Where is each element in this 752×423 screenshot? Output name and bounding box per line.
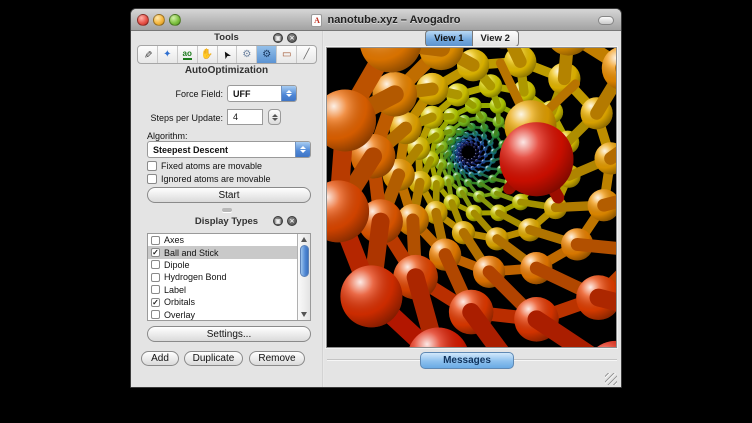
minimize-button[interactable] <box>153 14 165 26</box>
draw-tool-icon[interactable]: ✎ <box>138 46 158 63</box>
display-float-icon[interactable]: ▣ <box>273 216 283 226</box>
tab-view-2[interactable]: View 2 <box>472 30 519 47</box>
display-types-list[interactable]: Axes ✓ Ball and Stick Dipole Hydrogen Bond La… <box>147 233 311 321</box>
messages-button-label: Messages <box>443 355 491 366</box>
auto-optimize-tool-icon[interactable]: ⚙ <box>257 46 277 63</box>
display-type-row[interactable]: Overlay <box>148 308 310 320</box>
steps-label: Steps per Update: <box>131 113 223 123</box>
ignored-atoms-label: Ignored atoms are movable <box>161 174 271 184</box>
display-type-row[interactable]: Hydrogen Bond <box>148 271 310 283</box>
display-type-row[interactable]: Label <box>148 284 310 296</box>
steps-stepper[interactable] <box>268 109 281 125</box>
add-button[interactable]: Add <box>141 351 179 366</box>
selection-tool-icon[interactable]: ➤ <box>218 46 238 63</box>
algorithm-label: Algorithm: <box>147 131 188 141</box>
settings-button[interactable]: Settings... <box>147 326 311 342</box>
title-bar[interactable]: A nanotube.xyz – Avogadro <box>131 9 621 31</box>
algorithm-select[interactable]: Steepest Descent <box>147 141 311 158</box>
display-type-checkbox[interactable] <box>151 260 160 269</box>
display-type-row[interactable]: ✓ Orbitals <box>148 296 310 308</box>
display-type-row[interactable]: ✓ Ball and Stick <box>148 246 310 258</box>
add-button-label: Add <box>151 353 169 364</box>
close-button[interactable] <box>137 14 149 26</box>
scroll-down-icon[interactable] <box>301 312 307 317</box>
combo-arrows-icon <box>295 142 310 157</box>
avogadro-window: A nanotube.xyz – Avogadro Tools ▣ ✕ ✎✦ao… <box>130 8 622 388</box>
display-type-checkbox[interactable] <box>151 285 160 294</box>
toolbar-toggle-button[interactable] <box>598 16 614 25</box>
scroll-up-icon[interactable] <box>301 237 307 242</box>
resize-grip[interactable] <box>605 373 617 385</box>
autoopt-title: AutoOptimization <box>131 65 322 79</box>
dock-divider <box>322 31 324 387</box>
display-type-checkbox[interactable]: ✓ <box>151 298 160 307</box>
autoopt-title-text: AutoOptimization <box>185 65 268 76</box>
zoom-button[interactable] <box>169 14 181 26</box>
settings-button-label: Settings... <box>207 329 251 340</box>
start-button[interactable]: Start <box>147 187 311 203</box>
display-list-scrollbar[interactable] <box>297 234 310 320</box>
display-type-row[interactable]: Dipole <box>148 259 310 271</box>
manipulate-tool-icon[interactable]: ✋ <box>198 46 218 63</box>
ignored-atoms-checkbox[interactable] <box>147 174 157 184</box>
tab-view-1[interactable]: View 1 <box>425 30 471 47</box>
fixed-atoms-checkbox[interactable] <box>147 161 157 171</box>
remove-button-label: Remove <box>258 353 295 364</box>
force-field-select[interactable]: UFF <box>227 85 297 102</box>
combo-arrows-icon <box>281 86 296 101</box>
force-field-value: UFF <box>228 89 281 99</box>
display-type-label: Dipole <box>164 260 190 270</box>
display-type-checkbox[interactable] <box>151 273 160 282</box>
fixed-atoms-checkbox-row[interactable]: Fixed atoms are movable <box>147 161 262 171</box>
algorithm-value: Steepest Descent <box>148 145 295 155</box>
remove-button[interactable]: Remove <box>249 351 305 366</box>
view-tab-bar: View 1View 2 <box>323 29 621 47</box>
align-tool-icon[interactable]: ╱ <box>297 46 316 63</box>
display-type-label: Overlay <box>164 310 195 320</box>
start-button-label: Start <box>218 190 239 201</box>
display-type-label: Orbitals <box>164 297 195 307</box>
auto-rotate-tool-icon[interactable]: ao <box>178 46 198 63</box>
duplicate-button-label: Duplicate <box>193 353 235 364</box>
fixed-atoms-label: Fixed atoms are movable <box>161 161 262 171</box>
display-close-icon[interactable]: ✕ <box>287 216 297 226</box>
bond-centric-tool-icon[interactable]: ⚙ <box>237 46 257 63</box>
measure-tool-icon[interactable]: ▭ <box>277 46 297 63</box>
display-type-label: Ball and Stick <box>164 248 219 258</box>
display-type-checkbox[interactable] <box>151 236 160 245</box>
scrollbar-thumb[interactable] <box>300 245 309 277</box>
tools-panel-title: Tools <box>214 32 239 43</box>
display-type-checkbox[interactable] <box>151 310 160 319</box>
gl-viewport[interactable] <box>326 47 617 348</box>
document-icon: A <box>311 14 322 27</box>
duplicate-button[interactable]: Duplicate <box>184 351 243 366</box>
display-type-label: Axes <box>164 235 184 245</box>
display-type-row[interactable]: Axes <box>148 234 310 246</box>
display-type-label: Hydrogen Bond <box>164 272 227 282</box>
panel-splitter-handle[interactable] <box>222 208 232 212</box>
navigate-tool-icon[interactable]: ✦ <box>158 46 178 63</box>
tools-float-icon[interactable]: ▣ <box>273 33 283 43</box>
ignored-atoms-checkbox-row[interactable]: Ignored atoms are movable <box>147 174 271 184</box>
display-panel-title: Display Types <box>195 216 258 227</box>
steps-input[interactable]: 4 <box>227 109 263 125</box>
messages-button[interactable]: Messages <box>420 352 514 369</box>
display-type-label: Label <box>164 285 186 295</box>
tools-close-icon[interactable]: ✕ <box>287 33 297 43</box>
window-title: nanotube.xyz – Avogadro <box>327 14 460 26</box>
tool-toolbar: ✎✦ao✋➤⚙⚙▭╱ <box>137 45 317 64</box>
display-type-checkbox[interactable]: ✓ <box>151 248 160 257</box>
force-field-label: Force Field: <box>131 89 223 99</box>
